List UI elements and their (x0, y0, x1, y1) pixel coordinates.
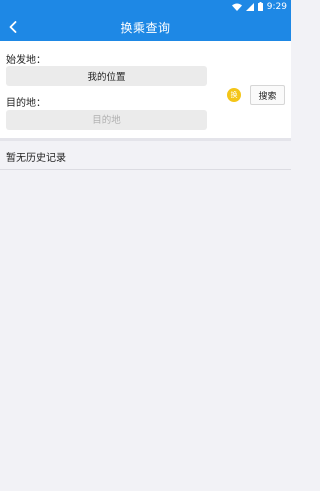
status-bar: 9:29 (0, 0, 291, 13)
destination-label: 目的地： (6, 98, 46, 109)
wifi-icon (231, 3, 242, 11)
history-section: 暂无历史记录 (0, 141, 291, 491)
destination-input[interactable] (6, 110, 207, 130)
origin-input[interactable] (6, 66, 207, 86)
signal-icon (245, 2, 254, 11)
swap-button[interactable]: 换 (227, 88, 241, 102)
search-button[interactable]: 搜索 (250, 85, 285, 105)
page-title: 换乘查询 (120, 20, 171, 35)
origin-label: 始发地： (6, 55, 46, 66)
app-bar: 换乘查询 (0, 13, 291, 41)
chevron-left-icon (9, 21, 17, 33)
status-time: 9:29 (266, 1, 287, 12)
back-button[interactable] (4, 18, 22, 36)
empty-history-text: 暂无历史记录 (6, 153, 66, 164)
swap-label: 换 (230, 91, 238, 99)
history-divider (0, 169, 291, 170)
battery-icon (257, 2, 263, 11)
